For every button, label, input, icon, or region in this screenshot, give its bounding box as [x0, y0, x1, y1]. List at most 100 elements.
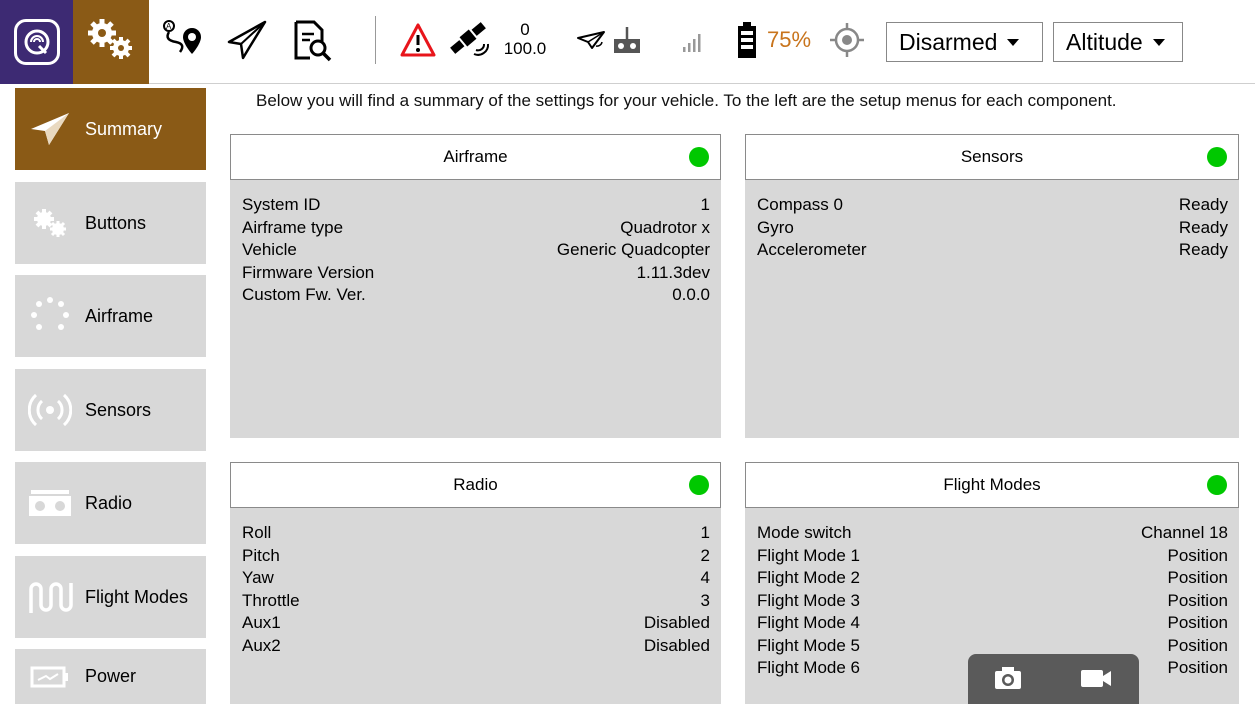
- caret-down-icon: [1007, 38, 1020, 46]
- gears-icon: [15, 208, 85, 238]
- qgc-logo-icon: [13, 19, 60, 65]
- rc-rssi-indicator[interactable]: [612, 0, 642, 84]
- radio-panel-header[interactable]: Radio: [230, 462, 721, 508]
- sidebar-item-summary[interactable]: Summary: [15, 88, 206, 170]
- panel-title: Flight Modes: [943, 475, 1041, 494]
- arm-state-dropdown[interactable]: Disarmed: [886, 22, 1043, 62]
- table-row: Flight Mode 2 Position: [757, 567, 1228, 590]
- record-video-button[interactable]: [1073, 664, 1119, 696]
- row-value: 4: [700, 568, 710, 587]
- row-label: Flight Mode 2: [757, 568, 860, 587]
- row-value: 2: [700, 545, 710, 565]
- row-label: Throttle: [242, 590, 300, 610]
- fly-view-button[interactable]: [217, 0, 277, 84]
- table-row: Aux2 Disabled: [242, 635, 710, 658]
- gps-indicator[interactable]: [446, 0, 500, 84]
- row-value: Ready: [1178, 217, 1228, 237]
- vehicle-messages-indicator[interactable]: [400, 0, 436, 84]
- sensors-panel-header[interactable]: Sensors: [745, 134, 1239, 180]
- row-label: System ID: [242, 195, 321, 214]
- warning-icon: [400, 23, 436, 62]
- table-row: Flight Mode 4 Position: [757, 612, 1228, 635]
- row-value: Ready: [1178, 195, 1228, 214]
- signal-bars-icon: [682, 0, 704, 84]
- app-logo-button[interactable]: [0, 0, 73, 84]
- radio-controller-icon: [15, 488, 85, 518]
- gears-icon: [85, 18, 137, 67]
- gps-values: 0 100.0: [500, 20, 550, 58]
- sensor-waves-icon: [15, 392, 85, 428]
- take-photo-button[interactable]: [988, 664, 1028, 696]
- table-row: Throttle 3: [242, 590, 710, 613]
- analyze-document-icon: [292, 18, 332, 67]
- row-label: Pitch: [242, 545, 280, 565]
- sidebar-item-buttons[interactable]: Buttons: [15, 182, 206, 264]
- airframe-rows: System ID 1 Airframe type Quadrotor x Vehi…: [242, 194, 710, 307]
- airframe-summary-panel: Airframe System ID 1 Airframe type Quadrot…: [230, 134, 721, 438]
- row-label: Gyro: [757, 217, 794, 237]
- row-value: Position: [1167, 545, 1228, 565]
- status-ok-indicator: [1207, 147, 1227, 167]
- status-ok-indicator: [689, 475, 709, 495]
- battery-indicator[interactable]: [735, 0, 759, 84]
- vehicle-setup-button[interactable]: [73, 0, 149, 84]
- status-ok-indicator: [689, 147, 709, 167]
- telemetry-plane-icon: [576, 28, 606, 57]
- table-row: Yaw 4: [242, 567, 710, 590]
- row-label: Mode switch: [757, 523, 852, 542]
- power-battery-icon: [15, 664, 85, 690]
- sidebar-item-flight-modes[interactable]: Flight Modes: [15, 556, 206, 638]
- sensors-rows: Compass 0 Ready Gyro Ready Accelerometer Re…: [757, 194, 1228, 262]
- flight-mode-dropdown[interactable]: Altitude: [1053, 22, 1183, 62]
- table-row: Flight Mode 3 Position: [757, 590, 1228, 613]
- airframe-panel-header[interactable]: Airframe: [230, 134, 721, 180]
- flight-mode-label: Altitude: [1066, 28, 1143, 55]
- table-row: Firmware Version 1.11.3dev: [242, 262, 710, 285]
- panel-title: Airframe: [443, 147, 508, 166]
- sidebar-item-label: Buttons: [85, 212, 147, 233]
- svg-text:A: A: [166, 22, 172, 31]
- sidebar-item-power[interactable]: Power: [15, 649, 206, 704]
- flight-modes-panel-header[interactable]: Flight Modes: [745, 462, 1239, 508]
- radio-summary-panel: Radio Roll 1 Pitch 2 Yaw 4 Throttle 3 Aux1 Di…: [230, 462, 721, 704]
- toolbar-divider: [375, 16, 376, 64]
- sidebar-item-airframe[interactable]: Airframe: [15, 275, 206, 357]
- row-label: Aux1: [242, 613, 281, 632]
- telemetry-indicator[interactable]: [576, 0, 606, 84]
- row-label: Roll: [242, 523, 272, 542]
- analyze-view-button[interactable]: [277, 0, 347, 84]
- status-ok-indicator: [1207, 475, 1227, 495]
- camera-icon: [993, 665, 1023, 696]
- row-label: Custom Fw. Ver.: [242, 285, 366, 304]
- table-row: Compass 0 Ready: [757, 194, 1228, 217]
- radio-rows: Roll 1 Pitch 2 Yaw 4 Throttle 3 Aux1 Disabled…: [242, 522, 710, 657]
- row-value: Disabled: [643, 613, 710, 632]
- row-value: Quadrotor x: [620, 217, 710, 237]
- table-row: Gyro Ready: [757, 217, 1228, 240]
- row-label: Compass 0: [757, 195, 843, 214]
- table-row: System ID 1: [242, 194, 710, 217]
- row-value: Position: [1167, 613, 1228, 632]
- row-label: Accelerometer: [757, 240, 867, 259]
- sidebar-item-label: Power: [85, 666, 137, 686]
- battery-percent: 75%: [767, 27, 812, 52]
- sidebar-item-label: Flight Modes: [85, 586, 189, 607]
- table-row: Airframe type Quadrotor x: [242, 217, 710, 240]
- row-value: Generic Quadcopter: [556, 240, 710, 259]
- battery-icon: [735, 21, 759, 64]
- row-value: Position: [1167, 635, 1228, 655]
- sidebar-item-sensors[interactable]: Sensors: [15, 369, 206, 451]
- plan-view-button[interactable]: A: [149, 0, 217, 84]
- sidebar-item-radio[interactable]: Radio: [15, 462, 206, 544]
- row-value: Position: [1167, 590, 1228, 610]
- row-value: 3: [700, 590, 710, 610]
- table-row: Accelerometer Ready: [757, 239, 1228, 262]
- gps-satellite-count: 0: [520, 20, 530, 39]
- row-label: Flight Mode 3: [757, 590, 860, 610]
- rtk-gps-indicator[interactable]: [829, 0, 865, 84]
- plan-route-icon: A: [160, 18, 206, 67]
- table-row: Aux1 Disabled: [242, 612, 710, 635]
- video-camera-icon: [1079, 667, 1113, 694]
- row-value: Disabled: [643, 635, 710, 655]
- satellite-icon: [446, 20, 500, 65]
